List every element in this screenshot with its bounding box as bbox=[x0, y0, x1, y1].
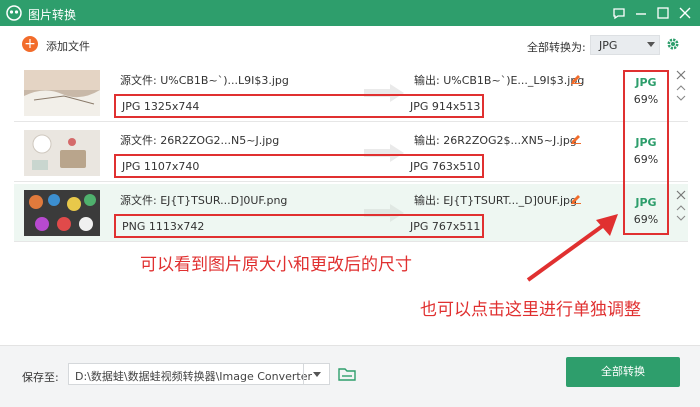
add-file-button[interactable]: 添加文件 bbox=[46, 38, 90, 54]
file-thumbnail bbox=[24, 130, 100, 176]
add-file-plus-icon[interactable]: + bbox=[22, 36, 38, 52]
folder-icon[interactable] bbox=[338, 366, 356, 382]
file-thumbnail bbox=[24, 190, 100, 236]
dimension-highlight-box: PNG 1113x742 JPG 767x511 bbox=[114, 214, 484, 238]
output-dimensions: JPG 767x511 bbox=[410, 220, 481, 233]
maximize-icon[interactable] bbox=[652, 2, 674, 24]
convert-all-button[interactable]: 全部转换 bbox=[566, 357, 680, 387]
dimension-highlight-box: JPG 1107x740 JPG 763x510 bbox=[114, 154, 484, 178]
remove-row-icon[interactable] bbox=[676, 70, 686, 80]
edit-pencil-icon[interactable] bbox=[570, 72, 582, 84]
dimension-highlight-box: JPG 1325x744 JPG 914x513 bbox=[114, 94, 484, 118]
output-dimensions: JPG 763x510 bbox=[410, 160, 481, 173]
save-path-select[interactable]: D:\数据蛙\数据蛙视频转换器\Image Converter bbox=[68, 363, 330, 385]
chevron-down-icon[interactable] bbox=[676, 214, 686, 222]
annotation-arrow-icon bbox=[526, 214, 618, 282]
path-divider bbox=[303, 364, 304, 384]
chevron-up-icon[interactable] bbox=[676, 84, 686, 92]
file-thumbnail bbox=[24, 70, 100, 116]
save-path-value: D:\数据蛙\数据蛙视频转换器\Image Converter bbox=[75, 370, 313, 383]
file-row[interactable]: 源文件: U%CB1B~`)...L9I$3.jpg 输出: U%CB1B~`)… bbox=[14, 64, 688, 122]
convert-all-to-label: 全部转换为: bbox=[527, 41, 586, 54]
output-file-name: 输出: 26R2ZOG2$...XN5~J.jpg bbox=[414, 134, 577, 147]
annotation-single-adjust-note: 也可以点击这里进行单独调整 bbox=[420, 300, 641, 320]
source-file-name: 源文件: 26R2ZOG2...N5~J.jpg bbox=[120, 134, 280, 147]
output-format-value: JPG bbox=[599, 39, 618, 52]
chevron-down-icon[interactable] bbox=[676, 94, 686, 102]
edit-pencil-icon[interactable] bbox=[570, 132, 582, 144]
app-logo-icon bbox=[6, 5, 22, 21]
title-bar: 图片转换 bbox=[0, 0, 700, 26]
save-to-label: 保存至: bbox=[22, 371, 59, 384]
output-format-select[interactable]: JPG bbox=[590, 35, 660, 55]
close-icon[interactable] bbox=[674, 2, 696, 24]
chevron-down-icon[interactable] bbox=[313, 372, 321, 377]
feedback-icon[interactable] bbox=[608, 2, 630, 24]
source-dimensions: JPG 1325x744 bbox=[122, 100, 200, 113]
minimize-icon[interactable] bbox=[630, 2, 652, 24]
gear-icon[interactable] bbox=[666, 37, 680, 51]
output-dimensions: JPG 914x513 bbox=[410, 100, 481, 113]
source-dimensions: PNG 1113x742 bbox=[122, 220, 205, 233]
file-row[interactable]: 源文件: 26R2ZOG2...N5~J.jpg 输出: 26R2ZOG2$..… bbox=[14, 124, 688, 182]
source-dimensions: JPG 1107x740 bbox=[122, 160, 200, 173]
chevron-up-icon[interactable] bbox=[676, 204, 686, 212]
source-file-name: 源文件: U%CB1B~`)...L9I$3.jpg bbox=[120, 74, 289, 87]
output-file-name: 输出: U%CB1B~`)E..._L9I$3.jpg bbox=[414, 74, 585, 87]
chevron-down-icon bbox=[647, 42, 655, 47]
window-title: 图片转换 bbox=[28, 8, 77, 22]
source-file-name: 源文件: EJ{T}TSUR...D]0UF.png bbox=[120, 194, 288, 207]
remove-row-icon[interactable] bbox=[676, 190, 686, 200]
annotation-dimensions-note: 可以看到图片原大小和更改后的尺寸 bbox=[140, 255, 412, 275]
